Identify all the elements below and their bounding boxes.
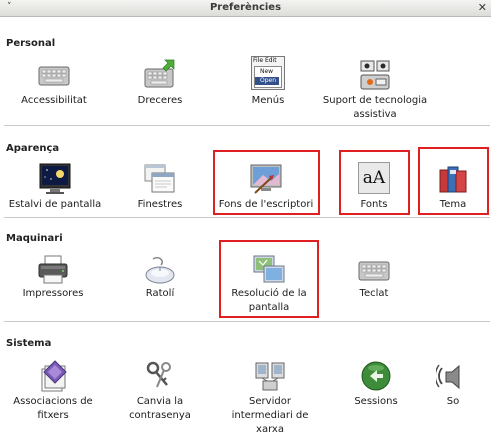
item-fonts[interactable]: aA Fonts bbox=[340, 160, 408, 210]
close-button[interactable]: ✕ bbox=[478, 1, 487, 14]
screen-resolution-icon bbox=[253, 255, 285, 283]
theme-icon bbox=[439, 166, 467, 193]
item-screensaver[interactable]: Estalvi de pantalla bbox=[5, 160, 105, 210]
item-label: Menús bbox=[251, 95, 285, 106]
item-label: Sessions bbox=[354, 396, 398, 407]
item-label: Canvia la contrasenya bbox=[129, 396, 191, 421]
screensaver-icon bbox=[39, 163, 71, 194]
section-separator bbox=[4, 217, 490, 218]
item-label: Servidor intermediari de xarxa bbox=[231, 396, 309, 435]
item-label: So bbox=[446, 396, 460, 407]
item-sessions[interactable]: Sessions bbox=[340, 357, 412, 407]
item-assistive-technology[interactable]: Suport de tecnologia assistiva bbox=[320, 56, 430, 120]
item-label: Tema bbox=[439, 199, 467, 210]
item-label: Fonts bbox=[360, 199, 388, 210]
item-network-proxy[interactable]: Servidor intermediari de xarxa bbox=[222, 357, 318, 437]
menu-icon-file-text: File bbox=[253, 57, 264, 64]
item-label: Fons de l'escriptori bbox=[218, 199, 314, 210]
item-keyboard[interactable]: Teclat bbox=[336, 251, 412, 301]
keyboard-accessibility-icon bbox=[38, 66, 70, 86]
keyboard-shortcuts-icon bbox=[144, 59, 175, 88]
item-sound[interactable]: So bbox=[425, 357, 481, 407]
item-file-associations[interactable]: Associacions de fitxers bbox=[12, 357, 94, 421]
assistive-technology-icon bbox=[360, 60, 390, 90]
sessions-icon bbox=[361, 361, 391, 391]
item-desktop-background[interactable]: Fons de l'escriptori bbox=[214, 160, 318, 210]
item-theme[interactable]: Tema bbox=[419, 160, 487, 210]
item-mouse[interactable]: Ratolí bbox=[122, 251, 198, 301]
item-label: Estalvi de pantalla bbox=[8, 199, 102, 210]
section-title-personal: Personal bbox=[6, 38, 56, 49]
item-label: Accessibilitat bbox=[21, 95, 87, 106]
window-title: Preferències bbox=[209, 2, 282, 13]
item-change-password[interactable]: Canvia la contrasenya bbox=[122, 357, 198, 421]
section-title-hardware: Maquinari bbox=[6, 233, 63, 244]
item-menus[interactable]: File Edit New Open Menús bbox=[230, 56, 306, 106]
menu-editor-icon: File Edit New Open bbox=[251, 56, 285, 90]
item-label: Impressores bbox=[22, 288, 84, 299]
item-screen-resolution[interactable]: Resolució de la pantalla bbox=[220, 251, 318, 315]
section-title-system: Sistema bbox=[6, 338, 52, 349]
printer-icon bbox=[38, 255, 68, 284]
change-password-icon bbox=[146, 361, 171, 388]
section-title-appearance: Aparença bbox=[6, 143, 60, 154]
item-windows[interactable]: Finestres bbox=[122, 160, 198, 210]
menu-icon-new-text: New bbox=[260, 68, 274, 75]
mouse-icon bbox=[145, 256, 175, 284]
desktop-background-icon bbox=[250, 164, 282, 194]
sound-icon bbox=[436, 364, 460, 390]
item-label: Resolució de la pantalla bbox=[231, 288, 307, 313]
fonts-icon: aA bbox=[358, 162, 390, 194]
item-shortcuts[interactable]: Dreceres bbox=[122, 56, 198, 106]
keyboard-icon bbox=[358, 261, 390, 281]
item-label: Associacions de fitxers bbox=[13, 396, 93, 421]
item-accessibility[interactable]: Accessibilitat bbox=[16, 56, 92, 106]
windows-icon bbox=[144, 164, 175, 193]
network-proxy-icon bbox=[255, 362, 285, 391]
menu-icon-edit-text: Edit bbox=[264, 57, 277, 64]
file-associations-icon bbox=[41, 360, 67, 392]
section-separator bbox=[4, 125, 490, 126]
item-printers[interactable]: Impressores bbox=[15, 251, 91, 301]
item-label: Ratolí bbox=[145, 288, 175, 299]
menu-icon-open-text: Open bbox=[260, 77, 277, 84]
window-titlebar: ˅ Preferències ✕ bbox=[0, 0, 491, 17]
item-label: Finestres bbox=[137, 199, 183, 210]
section-separator bbox=[4, 321, 490, 322]
item-label: Teclat bbox=[359, 288, 389, 299]
item-label: Dreceres bbox=[137, 95, 183, 106]
item-label: Suport de tecnologia assistiva bbox=[322, 95, 428, 120]
